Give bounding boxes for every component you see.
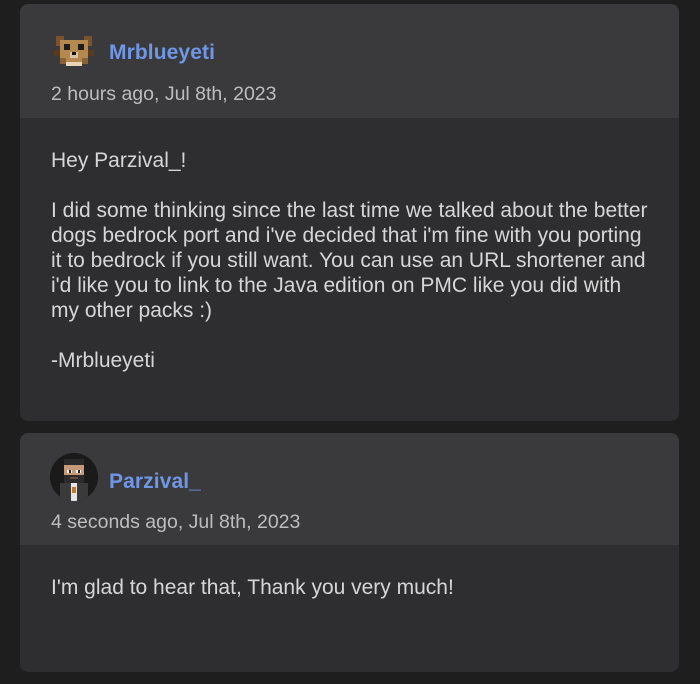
pixel-dog-avatar-icon[interactable]: [50, 26, 98, 74]
message-body: Hey Parzival_! I did some thinking since…: [20, 118, 679, 373]
message-header: Parzival_ 4 seconds ago, Jul 8th, 2023: [20, 433, 679, 545]
message-greeting: Hey Parzival_!: [51, 149, 187, 172]
message-text: I did some thinking since the last time …: [51, 199, 648, 322]
message-signature: -Mrblueyeti: [51, 349, 155, 372]
message-body: I'm glad to hear that, Thank you very mu…: [20, 545, 679, 600]
message-card: Mrblueyeti 2 hours ago, Jul 8th, 2023 He…: [20, 4, 679, 421]
message-card: Parzival_ 4 seconds ago, Jul 8th, 2023 I…: [20, 433, 679, 672]
message-header: Mrblueyeti 2 hours ago, Jul 8th, 2023: [20, 4, 679, 118]
username[interactable]: Parzival_: [109, 470, 201, 494]
message-thread: Mrblueyeti 2 hours ago, Jul 8th, 2023 He…: [0, 0, 700, 684]
timestamp: 2 hours ago, Jul 8th, 2023: [51, 83, 277, 105]
timestamp: 4 seconds ago, Jul 8th, 2023: [51, 511, 301, 533]
message-text: I'm glad to hear that, Thank you very mu…: [51, 576, 454, 599]
pixel-character-avatar-icon[interactable]: [50, 453, 98, 501]
username[interactable]: Mrblueyeti: [109, 41, 215, 65]
